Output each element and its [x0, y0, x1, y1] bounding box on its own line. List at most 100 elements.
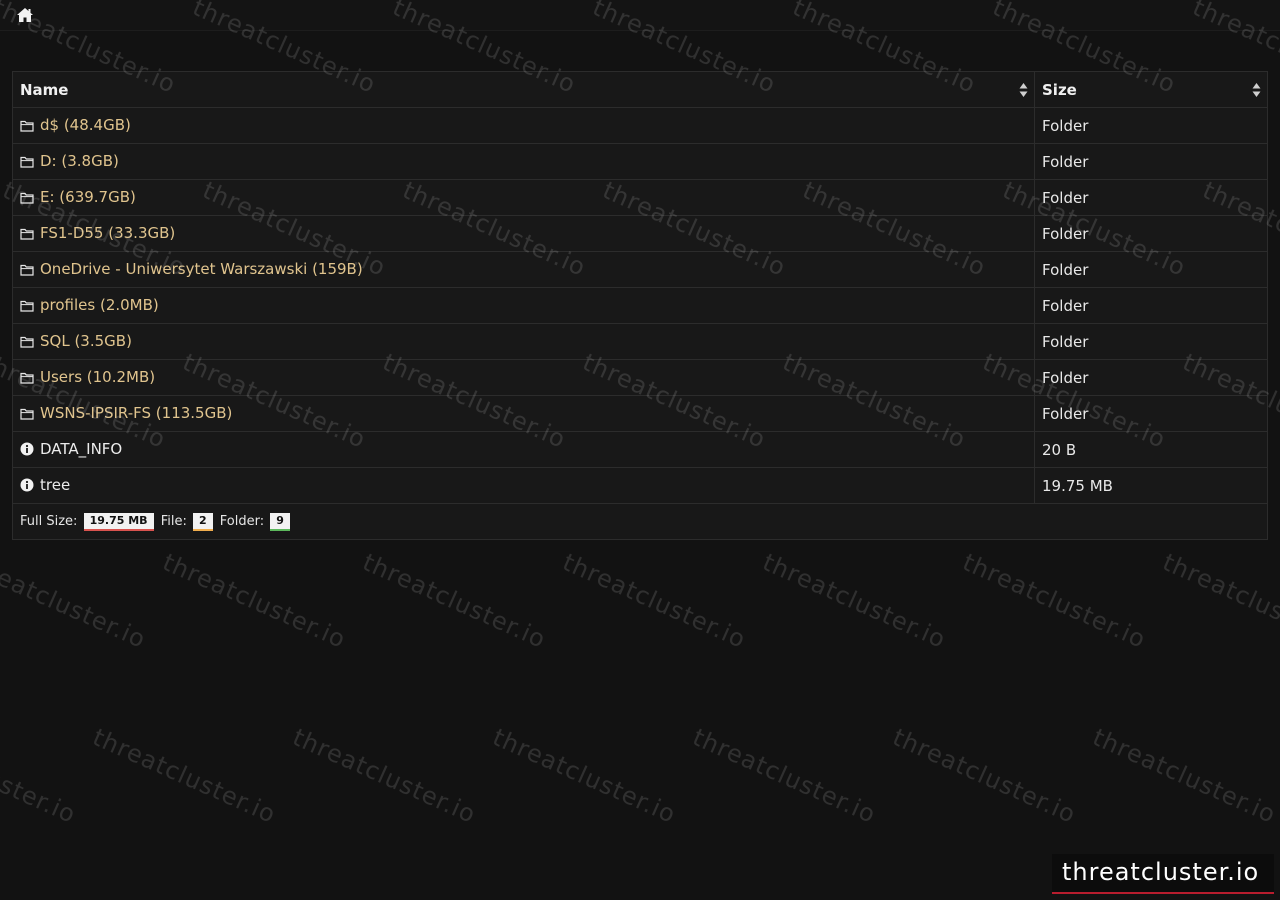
size-header-label: Size [1042, 80, 1077, 99]
size-cell: Folder [1034, 143, 1268, 180]
folder-icon [20, 298, 34, 316]
file-listing-table: Name Size d$ (48.4GB) Folder D: (3.8GB) Fol… [12, 71, 1268, 540]
watermark-text: threatcluster.io [1158, 548, 1280, 654]
table-row: D: (3.8GB) Folder [12, 143, 1268, 180]
table-row: tree 19.75 MB [12, 467, 1268, 504]
size-value: 19.75 MB [1042, 476, 1113, 495]
table-row: d$ (48.4GB) Folder [12, 107, 1268, 144]
table-row: E: (639.7GB) Folder [12, 179, 1268, 216]
summary-cell: Full Size: 19.75 MB File: 2 Folder: 9 [12, 503, 1268, 540]
name-cell[interactable]: tree [12, 467, 1035, 504]
size-value: 20 B [1042, 440, 1077, 459]
top-nav-bar [0, 0, 1280, 31]
folder-link[interactable]: Users (10.2MB) [40, 368, 155, 386]
folder-link[interactable]: d$ (48.4GB) [40, 116, 131, 134]
size-value: Folder [1042, 296, 1089, 315]
name-cell[interactable]: E: (639.7GB) [12, 179, 1035, 216]
table-row: SQL (3.5GB) Folder [12, 323, 1268, 360]
size-cell: Folder [1034, 359, 1268, 396]
folder-count-label: Folder: [219, 513, 265, 529]
table-row: Users (10.2MB) Folder [12, 359, 1268, 396]
file-count-badge: 2 [192, 512, 213, 531]
folder-icon [20, 154, 34, 172]
sort-icon [1019, 83, 1028, 97]
folder-icon [20, 370, 34, 388]
table-header-row: Name Size [12, 71, 1268, 108]
size-cell: 20 B [1034, 431, 1268, 468]
size-cell: Folder [1034, 251, 1268, 288]
name-cell[interactable]: D: (3.8GB) [12, 143, 1035, 180]
brand-logo: threatcluster.io [1052, 854, 1274, 894]
full-size-badge: 19.75 MB [83, 512, 154, 531]
table-footer-row: Full Size: 19.75 MB File: 2 Folder: 9 [12, 503, 1268, 540]
folder-icon [20, 190, 34, 208]
name-cell[interactable]: WSNS-IPSIR-FS (113.5GB) [12, 395, 1035, 432]
size-cell: Folder [1034, 323, 1268, 360]
size-cell: Folder [1034, 287, 1268, 324]
info-icon [20, 478, 34, 496]
folder-link[interactable]: SQL (3.5GB) [40, 332, 132, 350]
name-cell[interactable]: SQL (3.5GB) [12, 323, 1035, 360]
watermark-text: threatcluster.io [88, 723, 281, 829]
table-row: FS1-D55 (33.3GB) Folder [12, 215, 1268, 252]
table-row: OneDrive - Uniwersytet Warszawski (159B)… [12, 251, 1268, 288]
folder-icon [20, 334, 34, 352]
size-value: Folder [1042, 188, 1089, 207]
folder-icon [20, 118, 34, 136]
name-cell[interactable]: OneDrive - Uniwersytet Warszawski (159B) [12, 251, 1035, 288]
watermark-text: threatcluster.io [1088, 723, 1280, 829]
size-value: Folder [1042, 332, 1089, 351]
name-cell[interactable]: d$ (48.4GB) [12, 107, 1035, 144]
name-cell[interactable]: DATA_INFO [12, 431, 1035, 468]
watermark-text: threatcluster.io [0, 548, 151, 654]
watermark-text: threatcluster.io [358, 548, 551, 654]
watermark-text: threatcluster.io [558, 548, 751, 654]
home-icon[interactable] [16, 6, 34, 24]
folder-link[interactable]: OneDrive - Uniwersytet Warszawski (159B) [40, 260, 363, 278]
name-cell[interactable]: FS1-D55 (33.3GB) [12, 215, 1035, 252]
size-column-header[interactable]: Size [1034, 71, 1268, 108]
watermark-text: threatcluster.io [958, 548, 1151, 654]
file-count-label: File: [160, 513, 187, 529]
watermark-text: threatcluster.io [488, 723, 681, 829]
sort-icon [1252, 83, 1261, 97]
watermark-text: threatcluster.io [0, 723, 81, 829]
full-size-label: Full Size: [20, 513, 78, 529]
size-value: Folder [1042, 404, 1089, 423]
name-cell[interactable]: Users (10.2MB) [12, 359, 1035, 396]
table-row: WSNS-IPSIR-FS (113.5GB) Folder [12, 395, 1268, 432]
info-icon [20, 442, 34, 460]
name-header-label: Name [20, 80, 69, 99]
folder-link[interactable]: E: (639.7GB) [40, 188, 136, 206]
size-cell: Folder [1034, 215, 1268, 252]
folder-icon [20, 262, 34, 280]
size-cell: Folder [1034, 179, 1268, 216]
name-cell[interactable]: profiles (2.0MB) [12, 287, 1035, 324]
watermark-text: threatcluster.io [688, 723, 881, 829]
watermark-text: threatcluster.io [758, 548, 951, 654]
folder-icon [20, 406, 34, 424]
folder-link[interactable]: WSNS-IPSIR-FS (113.5GB) [40, 404, 232, 422]
watermark-text: threatcluster.io [288, 723, 481, 829]
size-value: Folder [1042, 152, 1089, 171]
table-row: profiles (2.0MB) Folder [12, 287, 1268, 324]
size-value: Folder [1042, 224, 1089, 243]
folder-icon [20, 226, 34, 244]
name-column-header[interactable]: Name [12, 71, 1035, 108]
folder-link[interactable]: D: (3.8GB) [40, 152, 119, 170]
table-row: DATA_INFO 20 B [12, 431, 1268, 468]
size-value: Folder [1042, 260, 1089, 279]
file-link[interactable]: tree [40, 476, 70, 494]
folder-link[interactable]: profiles (2.0MB) [40, 296, 159, 314]
folder-link[interactable]: FS1-D55 (33.3GB) [40, 224, 175, 242]
folder-count-badge: 9 [270, 512, 290, 531]
size-cell: Folder [1034, 395, 1268, 432]
size-value: Folder [1042, 116, 1089, 135]
file-link[interactable]: DATA_INFO [40, 440, 122, 458]
watermark-text: threatcluster.io [158, 548, 351, 654]
size-cell: Folder [1034, 107, 1268, 144]
brand-text: threatcluster.io [1062, 858, 1260, 886]
size-cell: 19.75 MB [1034, 467, 1268, 504]
size-value: Folder [1042, 368, 1089, 387]
watermark-text: threatcluster.io [888, 723, 1081, 829]
